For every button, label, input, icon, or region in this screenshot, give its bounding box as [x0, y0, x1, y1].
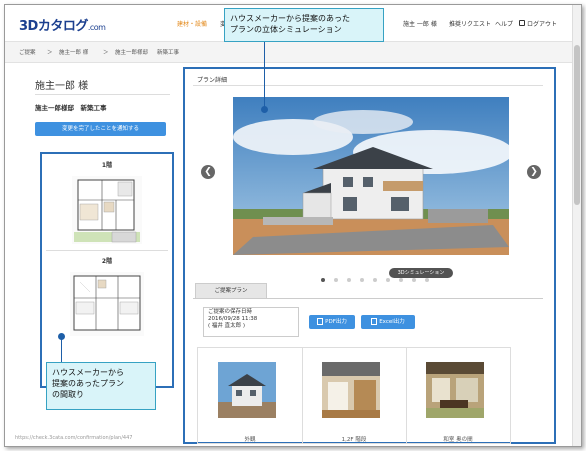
thumbnail-label: 1,2F 階段: [341, 437, 367, 443]
save-info: ご提案の保存日時 2016/09/28 11:38 ( 福井 直太郎 ): [203, 307, 299, 337]
carousel-dot[interactable]: [399, 278, 403, 282]
document-icon: [317, 318, 324, 325]
floor-2-plan[interactable]: [70, 272, 144, 336]
scrollbar[interactable]: [572, 5, 581, 446]
site-logo[interactable]: 3Dカタログ.com: [19, 15, 106, 34]
notify-change-button[interactable]: 変更を完了したことを通知する: [35, 122, 166, 136]
callout-floor-plan: ハウスメーカーから 提案のあったプラン の間取り: [46, 362, 156, 410]
pdf-export-button[interactable]: PDF出力: [309, 315, 355, 329]
user-name: 施主 一郎 様: [403, 21, 437, 28]
callout-leader-dot: [58, 333, 65, 340]
carousel-dot[interactable]: [386, 278, 390, 282]
save-datetime: 2016/09/28 11:38: [208, 316, 258, 322]
floor-1-plan[interactable]: [72, 176, 142, 244]
thumbnail-exterior[interactable]: [218, 362, 276, 418]
carousel-dot[interactable]: [334, 278, 338, 282]
project-name: 施主一郎様邸 新築工事: [35, 104, 107, 112]
breadcrumb-project: 新築工事: [157, 50, 180, 56]
status-url: https://check.3cata.com/confirmation/pla…: [15, 435, 133, 441]
thumbnail-stairs[interactable]: [322, 362, 380, 418]
carousel-indicator: [321, 267, 438, 286]
breadcrumb: ご提案 ＞ 施主一郎 様 ＞ 施主一郎様邸 新築工事: [5, 42, 581, 63]
excel-export-button[interactable]: Excel出力: [361, 315, 415, 329]
thumbnail-japanese-room[interactable]: [426, 362, 484, 418]
next-arrow-icon[interactable]: ❯: [527, 165, 541, 179]
callout-3d-simulation: ハウスメーカーから提案のあった プランの立体シミュレーション: [224, 8, 384, 42]
house-3d-render[interactable]: [233, 97, 509, 255]
customer-name: 施主一郎 様: [35, 81, 89, 92]
save-author: ( 福井 直太郎 ): [208, 323, 246, 329]
breadcrumb-sep: ＞: [47, 50, 53, 56]
breadcrumb-proposal[interactable]: ご提案: [19, 48, 36, 56]
logout-link[interactable]: ログアウト: [519, 19, 557, 28]
panel-title: プラン詳細: [197, 77, 228, 84]
callout-leader-dot: [261, 106, 268, 113]
tab-proposal-plan[interactable]: ご提案プラン: [195, 283, 267, 298]
save-heading: ご提案の保存日時: [208, 309, 253, 315]
carousel-dot[interactable]: [321, 278, 325, 282]
nav-materials[interactable]: 建材・設備: [177, 19, 207, 28]
breadcrumb-customer[interactable]: 施主一郎 様: [59, 48, 88, 56]
plan-detail-panel: プラン詳細 ❮ ❯ 3Dシミュレーション ご提案プラン ご提案の保存日時 201…: [183, 67, 556, 444]
request-link[interactable]: 推奨リクエスト: [449, 19, 491, 28]
help-link[interactable]: ヘルプ: [495, 19, 513, 28]
callout-leader-line: [264, 40, 265, 110]
breadcrumb-sep: ＞: [103, 50, 109, 56]
thumbnail-label: 和室 奥の間: [443, 437, 473, 443]
lock-icon: [519, 20, 525, 26]
callout-leader-line: [61, 338, 62, 362]
thumbnail-label: 外観: [244, 437, 256, 443]
thumbnail-grid: 外観 1,2F 階段 和室 奥の間: [197, 347, 511, 444]
breadcrumb-house: 施主一郎様邸: [115, 50, 149, 56]
floor-1-label: 1階: [101, 162, 113, 169]
carousel-dot[interactable]: [425, 278, 429, 282]
carousel-dot[interactable]: [360, 278, 364, 282]
carousel-dot[interactable]: [412, 278, 416, 282]
carousel-dot[interactable]: [373, 278, 377, 282]
floor-2-label: 2階: [101, 258, 113, 265]
carousel-dot[interactable]: [347, 278, 351, 282]
document-icon: [371, 318, 378, 325]
prev-arrow-icon[interactable]: ❮: [201, 165, 215, 179]
